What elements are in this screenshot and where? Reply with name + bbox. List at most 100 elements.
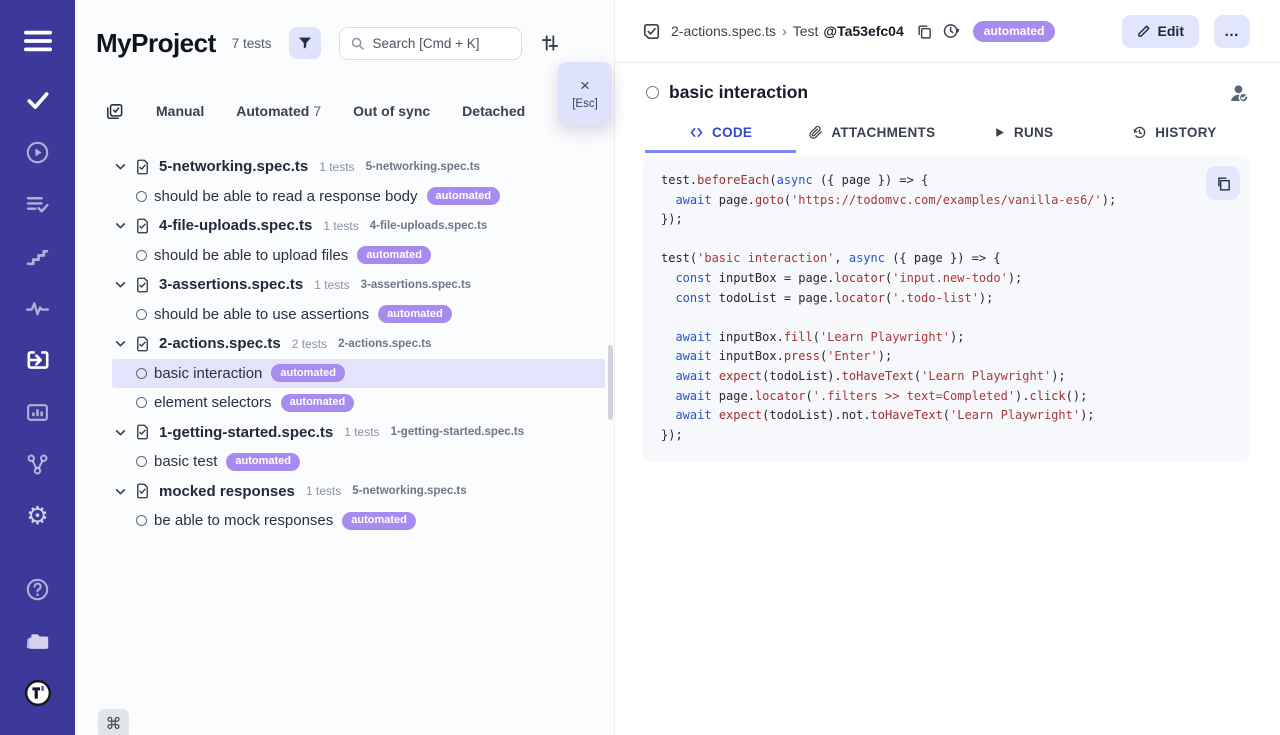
edit-button[interactable]: Edit <box>1122 15 1199 48</box>
tests-panel-header: MyProject 7 tests <box>75 0 614 59</box>
code-line: test('basic interaction', async ({ page … <box>661 249 1232 269</box>
tree-file-row[interactable]: mocked responses1 tests5-networking.spec… <box>112 477 605 507</box>
filter-tab-count: 7 <box>313 103 321 119</box>
tree-test-row[interactable]: be able to mock responsesautomated <box>112 506 605 536</box>
tree-file-row[interactable]: 5-networking.spec.ts1 tests5-networking.… <box>112 152 605 182</box>
chevron-down-icon[interactable] <box>114 160 127 173</box>
more-actions-button[interactable]: … <box>1214 15 1250 48</box>
tab-runs[interactable]: RUNS <box>948 115 1099 153</box>
file-check-icon <box>135 159 150 175</box>
automated-badge: automated <box>427 187 501 205</box>
chevron-down-icon[interactable] <box>114 337 127 350</box>
filter-tab-automated[interactable]: Automated7 <box>236 103 321 119</box>
runs-icon <box>993 126 1006 139</box>
menu-icon[interactable] <box>24 27 52 55</box>
integrations-icon[interactable] <box>24 450 52 478</box>
test-runs-icon[interactable] <box>24 138 52 166</box>
code-line: await inputBox.fill('Learn Playwright'); <box>661 328 1232 348</box>
close-icon: × <box>580 78 590 93</box>
milestones-icon[interactable] <box>24 242 52 270</box>
activity-icon[interactable] <box>24 294 52 322</box>
test-status-icon <box>646 86 659 99</box>
sync-clock-icon[interactable] <box>942 22 960 40</box>
tests-count: 7 tests <box>232 36 272 51</box>
code-block: test.beforeEach(async ({ page }) => { aw… <box>643 156 1250 462</box>
filter-tabs: Manual Automated7 Out of sync Detached <box>75 100 614 122</box>
search-input[interactable] <box>373 36 511 51</box>
code-line: await page.goto('https://todomvc.com/exa… <box>661 191 1232 211</box>
test-detail-panel: 2-actions.spec.ts›Test@Ta53efc04 automat… <box>615 0 1280 735</box>
test-name: basic interaction <box>154 365 262 382</box>
breadcrumb-separator: › <box>782 23 787 39</box>
attachment-icon <box>808 125 823 140</box>
code-content: test.beforeEach(async ({ page }) => { aw… <box>661 171 1232 445</box>
file-tests-count: 2 tests <box>292 337 327 351</box>
settings-gear-icon[interactable]: ⚙ <box>24 502 52 530</box>
help-icon[interactable] <box>24 575 52 603</box>
tab-history[interactable]: HISTORY <box>1099 115 1250 153</box>
reports-icon[interactable] <box>24 398 52 426</box>
test-status-icon <box>136 250 147 261</box>
chevron-down-icon[interactable] <box>114 219 127 232</box>
tree-test-row[interactable]: should be able to upload filesautomated <box>112 241 605 271</box>
tree-test-row[interactable]: basic testautomated <box>112 447 605 477</box>
tree-test-row[interactable]: should be able to read a response bodyau… <box>112 182 605 212</box>
file-path: 3-assertions.spec.ts <box>361 279 472 291</box>
test-file-check-icon <box>642 22 661 41</box>
command-key-badge[interactable]: ⌘ <box>98 709 129 735</box>
file-name: 5-networking.spec.ts <box>159 158 308 175</box>
tab-code[interactable]: CODE <box>645 115 796 153</box>
copy-icon <box>1215 175 1232 192</box>
esc-close-popover[interactable]: × [Esc] <box>558 62 612 125</box>
test-name: should be able to use assertions <box>154 306 369 323</box>
chevron-down-icon[interactable] <box>114 485 127 498</box>
test-status-icon <box>136 309 147 320</box>
filter-tab-detached[interactable]: Detached <box>462 103 525 119</box>
tree-file-row[interactable]: 1-getting-started.spec.ts1 tests1-gettin… <box>112 418 605 448</box>
automated-badge: automated <box>226 453 300 471</box>
app-sidebar: ⚙ <box>0 0 75 735</box>
history-icon <box>1132 125 1147 140</box>
tree-file-row[interactable]: 3-assertions.spec.ts1 tests3-assertions.… <box>112 270 605 300</box>
app-window: ⚙ MyProject 7 tests <box>0 0 1280 735</box>
automated-badge: automated <box>281 394 355 412</box>
file-name: 4-file-uploads.spec.ts <box>159 217 312 234</box>
search-box[interactable] <box>339 27 522 60</box>
chevron-down-icon[interactable] <box>114 426 127 439</box>
tree-test-row[interactable]: basic interaction automated <box>112 359 605 389</box>
breadcrumb-file[interactable]: 2-actions.spec.ts <box>671 23 776 39</box>
scrollbar-thumb[interactable] <box>608 345 613 420</box>
tree-test-row[interactable]: element selectors automated <box>112 388 605 418</box>
display-settings-icon[interactable] <box>540 33 560 53</box>
filter-tab-out-of-sync[interactable]: Out of sync <box>353 103 430 119</box>
funnel-icon <box>297 35 313 51</box>
tests-check-icon[interactable] <box>24 86 52 114</box>
import-icon[interactable] <box>24 346 52 374</box>
test-plans-icon[interactable] <box>24 190 52 218</box>
tab-attachments[interactable]: ATTACHMENTS <box>796 115 947 153</box>
copy-code-button[interactable] <box>1206 166 1240 200</box>
tree-test-row[interactable]: should be able to use assertionsautomate… <box>112 300 605 330</box>
tree-file-row[interactable]: 4-file-uploads.spec.ts1 tests4-file-uplo… <box>112 211 605 241</box>
copy-id-icon[interactable] <box>916 23 933 40</box>
file-path: 5-networking.spec.ts <box>366 161 480 173</box>
pencil-icon <box>1137 24 1151 38</box>
detail-tabs: CODEATTACHMENTSRUNSHISTORY <box>615 115 1280 153</box>
chevron-down-icon[interactable] <box>114 278 127 291</box>
test-name: element selectors <box>154 394 272 411</box>
file-tests-count: 1 tests <box>323 219 358 233</box>
breadcrumb: 2-actions.spec.ts›Test@Ta53efc04 <box>671 23 904 39</box>
app-logo[interactable] <box>24 679 52 707</box>
detail-actions: Edit … <box>1122 15 1250 48</box>
file-check-icon <box>135 424 150 440</box>
select-tests-icon[interactable] <box>105 102 124 121</box>
filter-button[interactable] <box>289 27 321 59</box>
file-check-icon <box>135 483 150 499</box>
filter-tab-manual[interactable]: Manual <box>156 103 204 119</box>
projects-folder-icon[interactable] <box>24 627 52 655</box>
automated-badge: automated <box>271 364 345 382</box>
code-line: const todoList = page.locator('.todo-lis… <box>661 289 1232 309</box>
assignee-avatar-icon[interactable] <box>1229 83 1249 103</box>
tree-file-row[interactable]: 2-actions.spec.ts2 tests2-actions.spec.t… <box>112 329 605 359</box>
code-line: await inputBox.press('Enter'); <box>661 347 1232 367</box>
